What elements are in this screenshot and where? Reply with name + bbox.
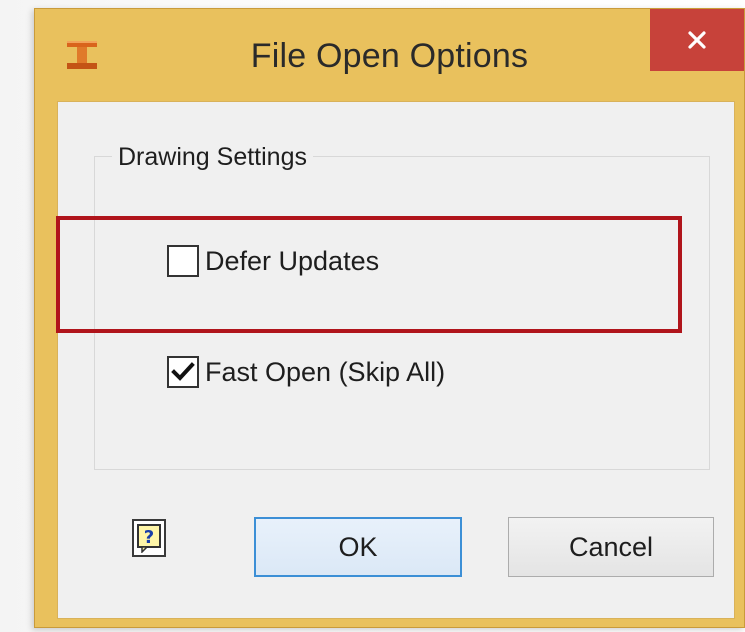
fast-open-checkbox[interactable]: Fast Open (Skip All) xyxy=(167,356,445,388)
help-symbol: ? xyxy=(144,527,154,548)
cancel-button[interactable]: Cancel xyxy=(508,517,714,577)
fast-open-box[interactable] xyxy=(167,356,199,388)
inventor-app-icon xyxy=(65,39,99,71)
defer-updates-label: Defer Updates xyxy=(205,245,380,276)
dialog-title: File Open Options xyxy=(250,37,529,75)
close-button[interactable] xyxy=(650,9,744,71)
defer-updates-box[interactable] xyxy=(167,245,199,277)
checkmark-icon xyxy=(171,362,195,381)
defer-updates-checkbox[interactable]: Defer Updates xyxy=(167,245,379,277)
dialog-client-area: Drawing Settings Defer Updates Fast Open… xyxy=(57,101,735,619)
ok-button[interactable]: OK xyxy=(254,517,462,577)
close-icon xyxy=(688,31,706,49)
desktop-background: File Open Options Drawing Settings Defer… xyxy=(0,0,745,632)
file-open-options-dialog: File Open Options Drawing Settings Defer… xyxy=(34,8,745,628)
drawing-settings-group: Drawing Settings Defer Updates Fast Open… xyxy=(94,143,710,470)
group-legend: Drawing Settings xyxy=(112,143,313,172)
fast-open-label: Fast Open (Skip All) xyxy=(205,356,446,387)
help-button[interactable]: ? xyxy=(132,519,166,557)
help-icon: ? xyxy=(137,524,161,553)
title-bar[interactable]: File Open Options xyxy=(35,9,744,95)
